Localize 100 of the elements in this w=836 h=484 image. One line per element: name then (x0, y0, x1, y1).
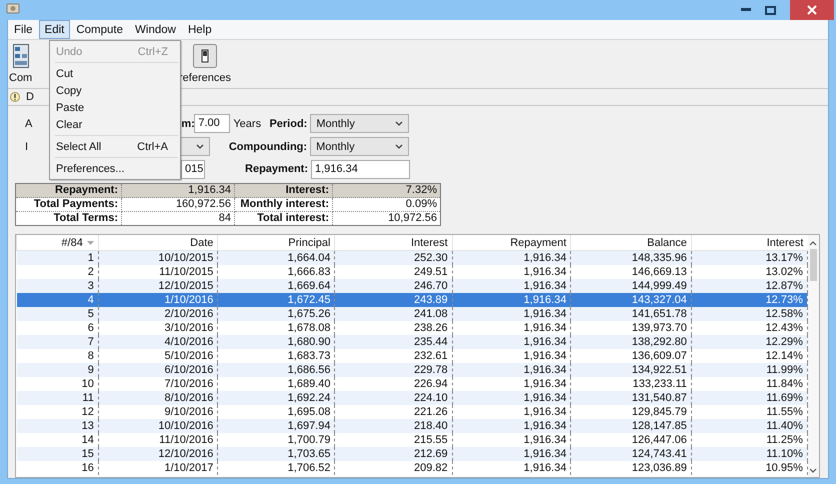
warning-icon (10, 92, 20, 102)
table-cell: 1,703.65 (218, 447, 335, 461)
table-cell: 3 (16, 279, 98, 293)
table-cell: 1,675.26 (218, 307, 335, 321)
summary-cell: Total interest: (234, 212, 332, 226)
scrollbar[interactable] (808, 235, 819, 477)
switch-icon (192, 44, 217, 68)
summary-cell: Repayment: (16, 184, 122, 198)
table-cell: 2/10/2016 (98, 307, 218, 321)
minimize-icon[interactable] (741, 8, 751, 12)
table-cell: 141,651.78 (570, 307, 692, 321)
table-cell: 16 (16, 461, 98, 475)
menu-item[interactable]: Cut (50, 65, 180, 82)
field-label: m: (181, 118, 194, 130)
menu-item[interactable]: Paste (50, 99, 180, 116)
summary-cell: 1,916.34 (122, 184, 234, 198)
table-cell: 1,664.04 (218, 250, 335, 265)
table-cell: 11.99% (691, 363, 808, 377)
table-cell: 252.30 (334, 250, 452, 265)
table-cell: 1/10/2016 (98, 293, 218, 307)
summary-cell: 7.32% (332, 184, 440, 198)
table-cell: 11.69% (691, 391, 808, 405)
table-cell: 5 (16, 307, 98, 321)
table-cell: 138,292.80 (570, 335, 692, 349)
table-cell: 12.73% (691, 293, 808, 307)
table-cell: 1,916.34 (452, 293, 571, 307)
term-field[interactable]: 7.00 (194, 114, 230, 134)
menu-item[interactable]: Compute (70, 20, 130, 39)
table-cell: 4/10/2016 (98, 335, 218, 349)
menu-item[interactable]: Window (129, 20, 182, 39)
app-icon (6, 2, 20, 14)
table-cell: 243.89 (334, 293, 452, 307)
summary-cell: 84 (122, 212, 234, 226)
table-cell: 10.95% (691, 461, 808, 475)
summary-cell: Monthly interest: (234, 198, 332, 212)
table-row[interactable]: 16 1/10/2017 1,706.52 209.82 1,916.34 123,036.89 10.95% (16, 461, 808, 475)
toolbar-button[interactable]: Com (9, 44, 32, 84)
table-cell: 1,916.34 (452, 419, 571, 433)
tab[interactable]: D (8, 91, 34, 103)
table-row[interactable]: 9 6/10/2016 1,686.56 229.78 1,916.34 134,922.51 11.99% (16, 363, 808, 377)
table-cell: 11.10% (691, 447, 808, 461)
table-row[interactable]: 7 4/10/2016 1,680.90 235.44 1,916.34 138,292.80 12.29% (16, 335, 808, 349)
table-cell: 6/10/2016 (98, 363, 218, 377)
table-row[interactable]: 11 8/10/2016 1,692.24 224.10 1,916.34 131,540.87 11.69% (16, 391, 808, 405)
table-row[interactable]: 3 12/10/2015 1,669.64 246.70 1,916.34 144,999.49 12.87% (16, 279, 808, 293)
table-cell: 1,916.34 (452, 335, 571, 349)
summary-cell: Interest: (234, 184, 332, 198)
table-cell: 128,147.85 (570, 419, 692, 433)
table-cell: 1/10/2017 (98, 461, 218, 475)
scroll-up-icon[interactable] (809, 241, 818, 246)
date-field[interactable]: 015 (181, 160, 205, 179)
field-label: Compounding: (228, 140, 308, 152)
table-cell: 1,669.64 (218, 279, 335, 293)
table-cell: 212.69 (334, 447, 452, 461)
table-cell: 1,916.34 (452, 363, 571, 377)
toolbar-button[interactable]: references (179, 44, 231, 84)
close-button[interactable] (790, 0, 834, 20)
table-cell: 13 (16, 419, 98, 433)
table-row[interactable]: 5 2/10/2016 1,675.26 241.08 1,916.34 141,651.78 12.58% (16, 307, 808, 321)
table-cell: 1,916.34 (452, 250, 571, 265)
table-cell: 143,327.04 (570, 293, 692, 307)
table-cell: 10/10/2015 (98, 250, 218, 265)
scroll-down-icon[interactable] (809, 468, 818, 473)
table-row[interactable]: 13 10/10/2016 1,697.94 218.40 1,916.34 128,147.85 11.40% (16, 419, 808, 433)
table-cell: 1,706.52 (218, 461, 335, 475)
scroll-thumb[interactable] (810, 249, 817, 281)
table-cell: 11 (16, 391, 98, 405)
table-cell: 11.40% (691, 419, 808, 433)
menu-item[interactable]: Preferences... (50, 160, 180, 177)
menu-item[interactable]: File (8, 20, 39, 39)
table-cell: 1,916.34 (452, 307, 571, 321)
table-cell: 1,916.34 (452, 461, 571, 475)
table-cell: 15 (16, 447, 98, 461)
menu-item[interactable]: Copy (50, 82, 180, 99)
menu-item[interactable]: Select All Ctrl+A (50, 138, 180, 155)
table-cell: 1,916.34 (452, 447, 571, 461)
table-cell: 13.17% (691, 250, 808, 265)
menu-item[interactable]: Clear (50, 116, 180, 133)
table-cell: 1 (16, 250, 98, 265)
table-cell: 209.82 (334, 461, 452, 475)
summary-cell: Total Payments: (16, 198, 122, 212)
table-cell: 1,697.94 (218, 419, 335, 433)
table-cell: 12.87% (691, 279, 808, 293)
table-cell: 8/10/2016 (98, 391, 218, 405)
maximize-icon[interactable] (765, 6, 776, 14)
chevron-icon (395, 121, 404, 126)
table-row[interactable]: 4 1/10/2016 1,672.45 243.89 1,916.34 143,327.04 12.73% (16, 293, 808, 307)
chevron-icon (196, 144, 204, 149)
menu-item[interactable]: Edit (38, 20, 70, 39)
repayment-field[interactable]: 1,916.34 (311, 160, 410, 179)
table-row[interactable]: 15 12/10/2016 1,703.65 212.69 1,916.34 124,743.41 11.10% (16, 447, 808, 461)
table-row[interactable]: 1 10/10/2015 1,664.04 252.30 1,916.34 148,335.96 13.17% (16, 250, 808, 265)
table-cell: 12/10/2015 (98, 279, 218, 293)
period-dropdown[interactable]: Monthly (310, 114, 410, 134)
menu-item[interactable]: Help (182, 20, 218, 39)
compounding-dropdown[interactable]: Monthly (310, 137, 410, 156)
table-cell: 1,686.56 (218, 363, 335, 377)
summary-cell: 160,972.56 (122, 198, 234, 212)
table-cell: 124,743.41 (570, 447, 692, 461)
table-cell: 1,916.34 (452, 279, 571, 293)
